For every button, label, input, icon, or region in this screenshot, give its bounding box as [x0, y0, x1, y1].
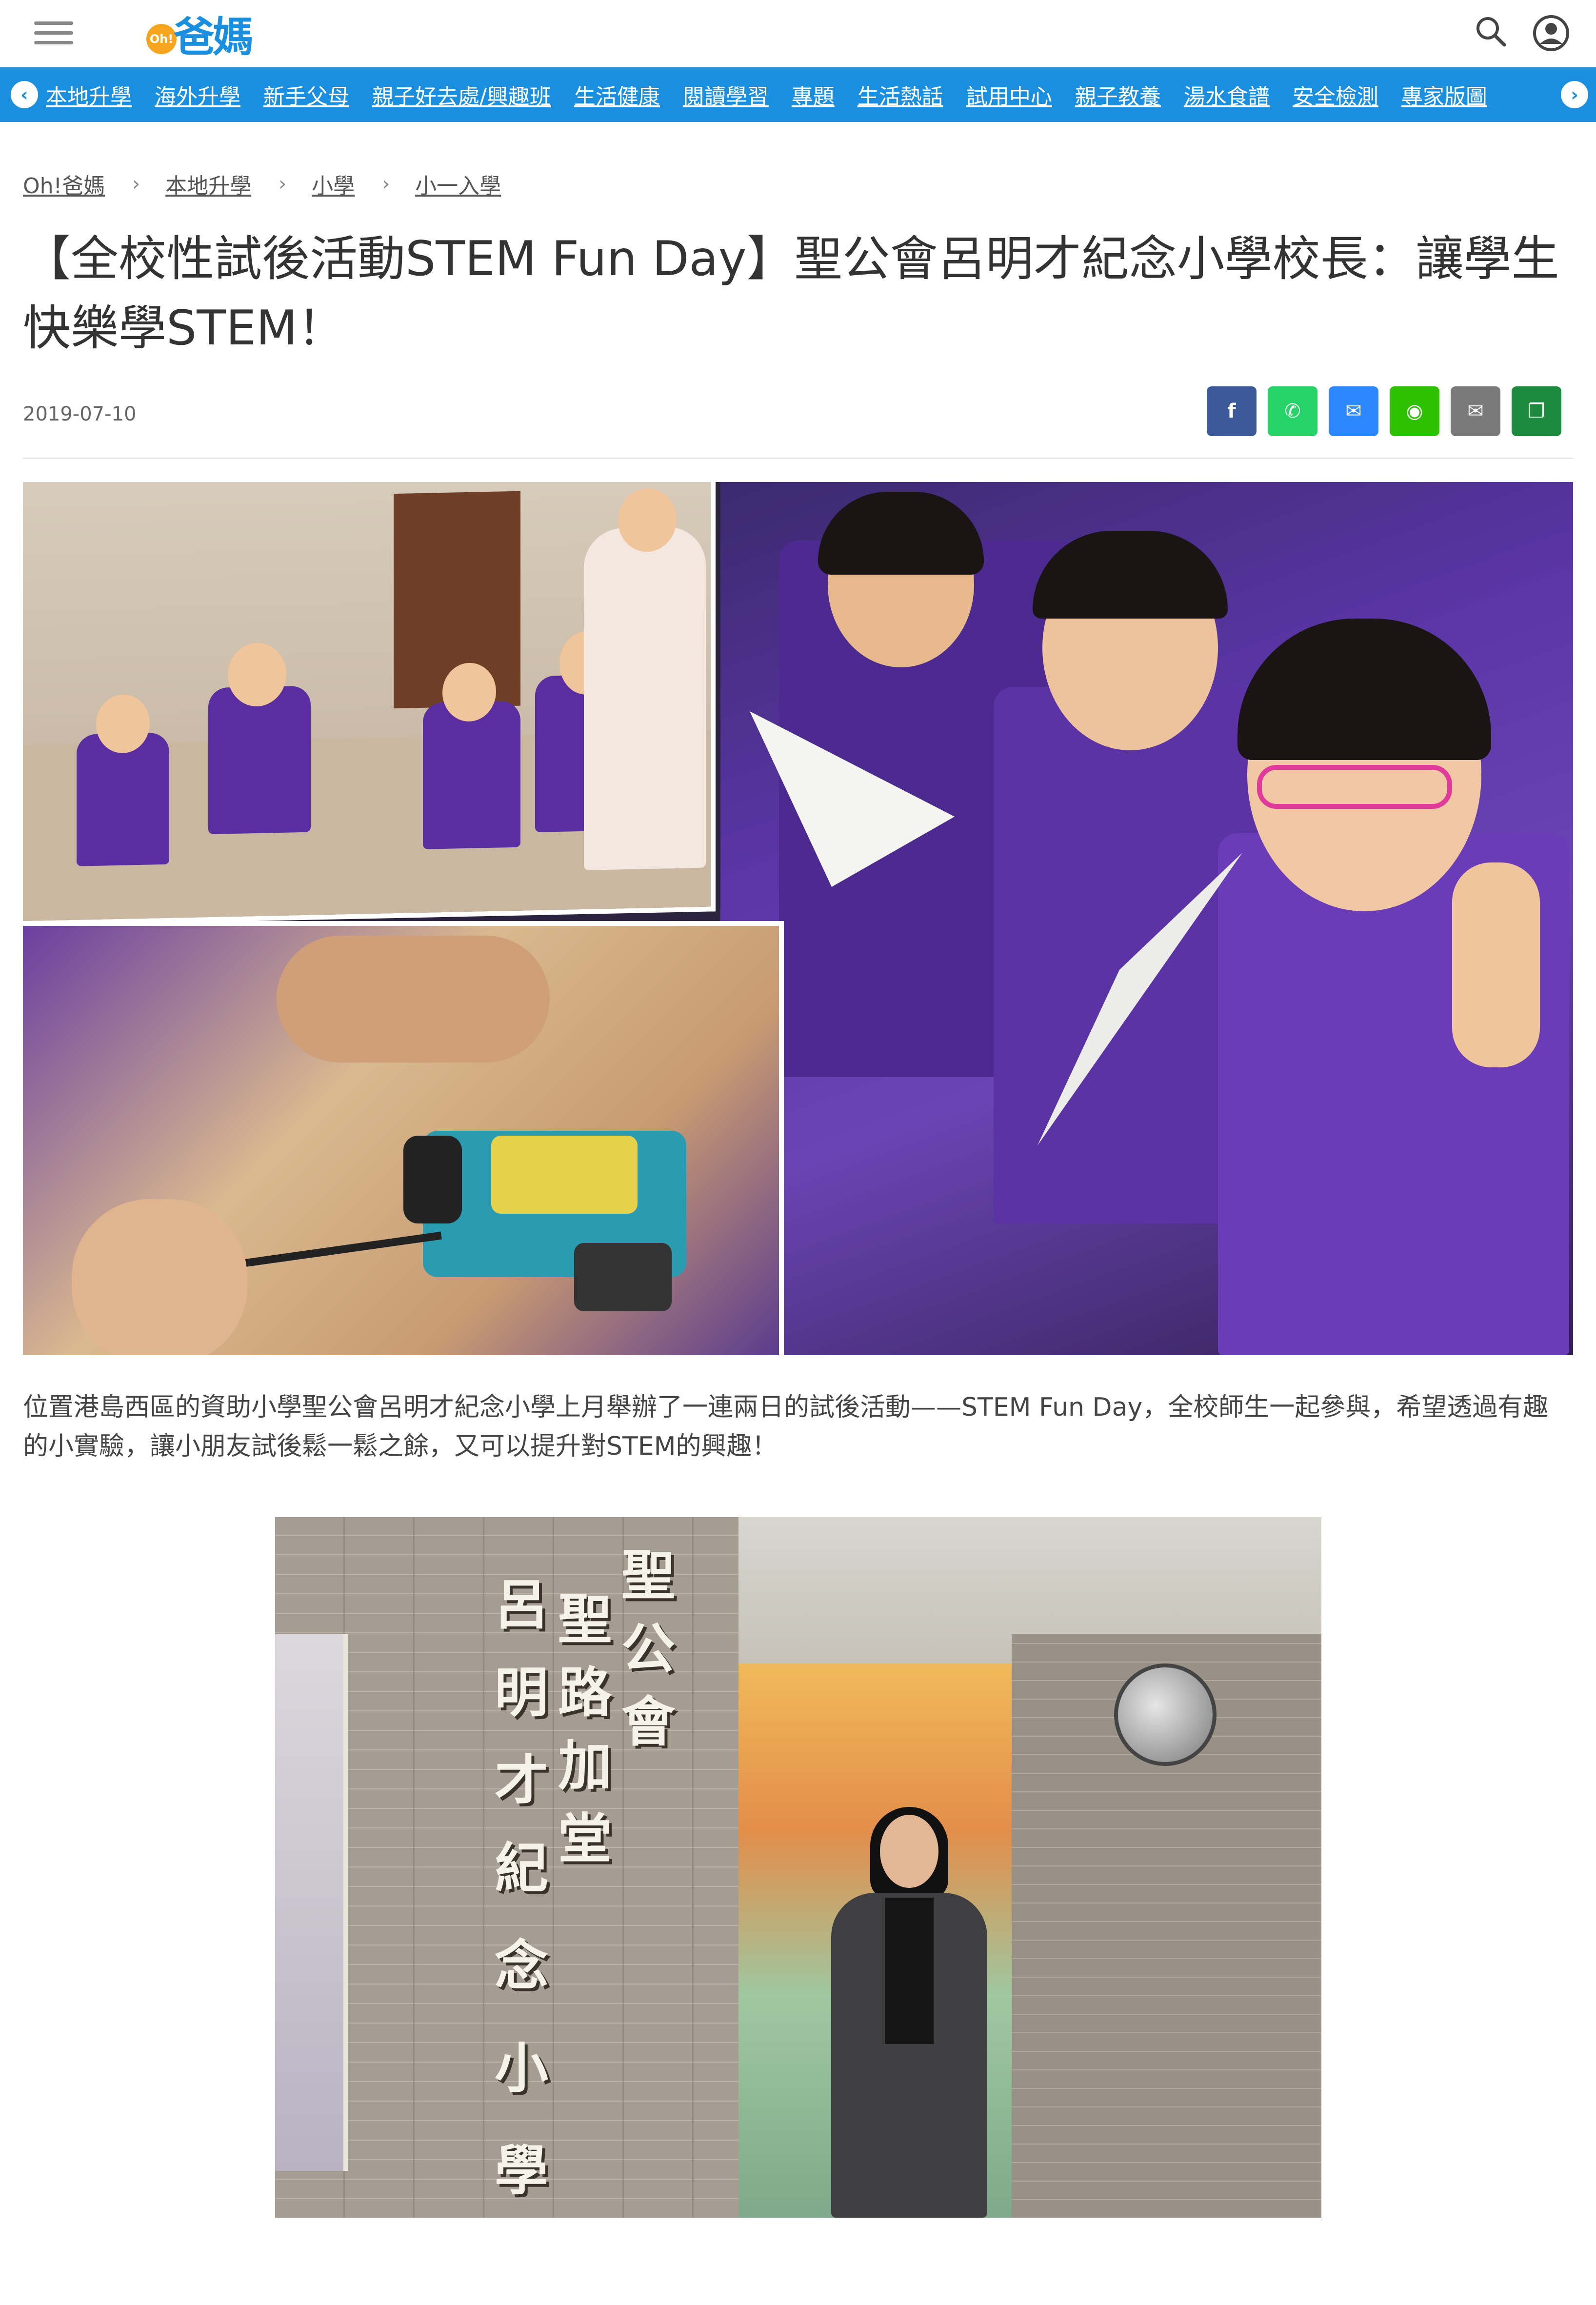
nav-items: 本地升學 海外升學 新手父母 親子好去處/興趣班 生活健康 閱讀學習 專題 生活熱話 試用中心親…: [46, 67, 1510, 122]
nav-scroll-right-icon[interactable]: ›: [1561, 81, 1588, 108]
sign-character: 呂: [495, 1573, 548, 1636]
sign-character: 聖: [621, 1544, 675, 1607]
school-name-sign: 聖公會聖路加堂呂明才紀念小學: [495, 1532, 680, 2215]
sign-character: 學: [495, 2139, 548, 2202]
convex-mirror: [1114, 1664, 1217, 1766]
nav-item[interactable]: 生活熱話: [858, 79, 943, 110]
nav-item[interactable]: 試用中心: [966, 79, 1052, 110]
sign-character: 會: [621, 1690, 675, 1753]
category-nav: ‹ 本地升學 海外升學 新手父母 親子好去處/興趣班 生活健康 閱讀學習 專題 生活熱話 試用中…: [0, 67, 1596, 122]
nav-item[interactable]: 新手父母: [263, 79, 349, 110]
breadcrumb: Oh!爸媽 › 本地升學 › 小學 › 小一入學: [23, 168, 501, 200]
nav-item[interactable]: 專題: [792, 79, 835, 110]
nav-item[interactable]: 親子好去處/興趣班: [372, 79, 551, 110]
logo-text: 爸媽: [174, 13, 254, 61]
nav-item[interactable]: 湯水食譜: [1184, 79, 1270, 110]
breadcrumb-link[interactable]: 小一入學: [415, 168, 501, 200]
breadcrumb-link[interactable]: Oh!爸媽: [23, 168, 105, 200]
window: [275, 1634, 348, 2171]
whatsapp-icon: ✆: [1284, 400, 1301, 422]
menu-icon[interactable]: [34, 19, 76, 48]
sign-character: 念: [495, 1934, 548, 1997]
chevron-right-icon: ›: [279, 173, 287, 195]
nav-item[interactable]: 海外升學: [155, 79, 240, 110]
nav-item[interactable]: 生活健康: [574, 79, 660, 110]
sign-character: 公: [621, 1617, 675, 1680]
sign-character: 路: [558, 1661, 612, 1724]
hero-image-collage: [23, 482, 1573, 1355]
logo-badge: Oh!: [146, 24, 177, 54]
article-date: 2019-07-10: [23, 403, 137, 425]
sign-character: 堂: [558, 1807, 612, 1870]
nav-item[interactable]: 安全檢測: [1293, 79, 1378, 110]
sign-character: 加: [558, 1734, 612, 1797]
share-email-button[interactable]: ✉: [1451, 386, 1500, 436]
breadcrumb-link[interactable]: 本地升學: [165, 168, 251, 200]
article-intro-paragraph: 位置港島西區的資助小學聖公會呂明才紀念小學上月舉辦了一連兩日的試後活動——STE…: [23, 1393, 1549, 1461]
sign-character: 紀: [495, 1837, 548, 1900]
sign-character: 小: [495, 2037, 548, 2100]
photo-principal-at-school-gate: 聖公會聖路加堂呂明才紀念小學: [275, 1517, 1321, 2218]
nav-item[interactable]: 專家版圖: [1401, 79, 1487, 110]
nav-item[interactable]: 閱讀學習: [683, 79, 769, 110]
photo-kids-throwing-planes: [23, 482, 716, 926]
share-wechat-button[interactable]: ◉: [1390, 386, 1439, 436]
nav-item[interactable]: 親子教養: [1075, 79, 1161, 110]
email-icon: ✉: [1467, 400, 1484, 422]
nav-scroll-left-icon[interactable]: ‹: [11, 81, 38, 108]
nav-item[interactable]: 本地升學: [46, 79, 132, 110]
wechat-icon: ◉: [1406, 400, 1423, 422]
principal-figure: [817, 1807, 1002, 2218]
share-facebook-button[interactable]: f: [1207, 386, 1257, 436]
search-icon[interactable]: [1474, 15, 1508, 49]
sign-character: 明: [495, 1661, 548, 1724]
copy-icon: ❐: [1528, 400, 1545, 422]
user-icon[interactable]: [1532, 14, 1571, 53]
share-messenger-button[interactable]: ✉: [1329, 386, 1378, 436]
chevron-right-icon: ›: [382, 173, 390, 195]
facebook-icon: f: [1227, 400, 1236, 422]
photo-girl-paper-plane: [720, 482, 1573, 1355]
share-buttons: f ✆ ✉ ◉ ✉ ❐: [1207, 386, 1573, 436]
divider: [23, 458, 1573, 459]
article-title: 【全校性試後活動STEM Fun Day】聖公會呂明才紀念小學校長：讓學生快樂學…: [23, 231, 1559, 356]
sign-character: 才: [495, 1749, 548, 1812]
site-header: Oh! 爸媽: [0, 0, 1596, 67]
photo-robot-car-assembly: [23, 921, 784, 1355]
sign-character: 聖: [558, 1588, 612, 1651]
breadcrumb-link[interactable]: 小學: [312, 168, 355, 200]
messenger-icon: ✉: [1345, 400, 1362, 422]
site-logo[interactable]: Oh! 爸媽: [146, 7, 263, 61]
share-whatsapp-button[interactable]: ✆: [1268, 386, 1317, 436]
share-copy-button[interactable]: ❐: [1512, 386, 1561, 436]
chevron-right-icon: ›: [132, 173, 140, 195]
